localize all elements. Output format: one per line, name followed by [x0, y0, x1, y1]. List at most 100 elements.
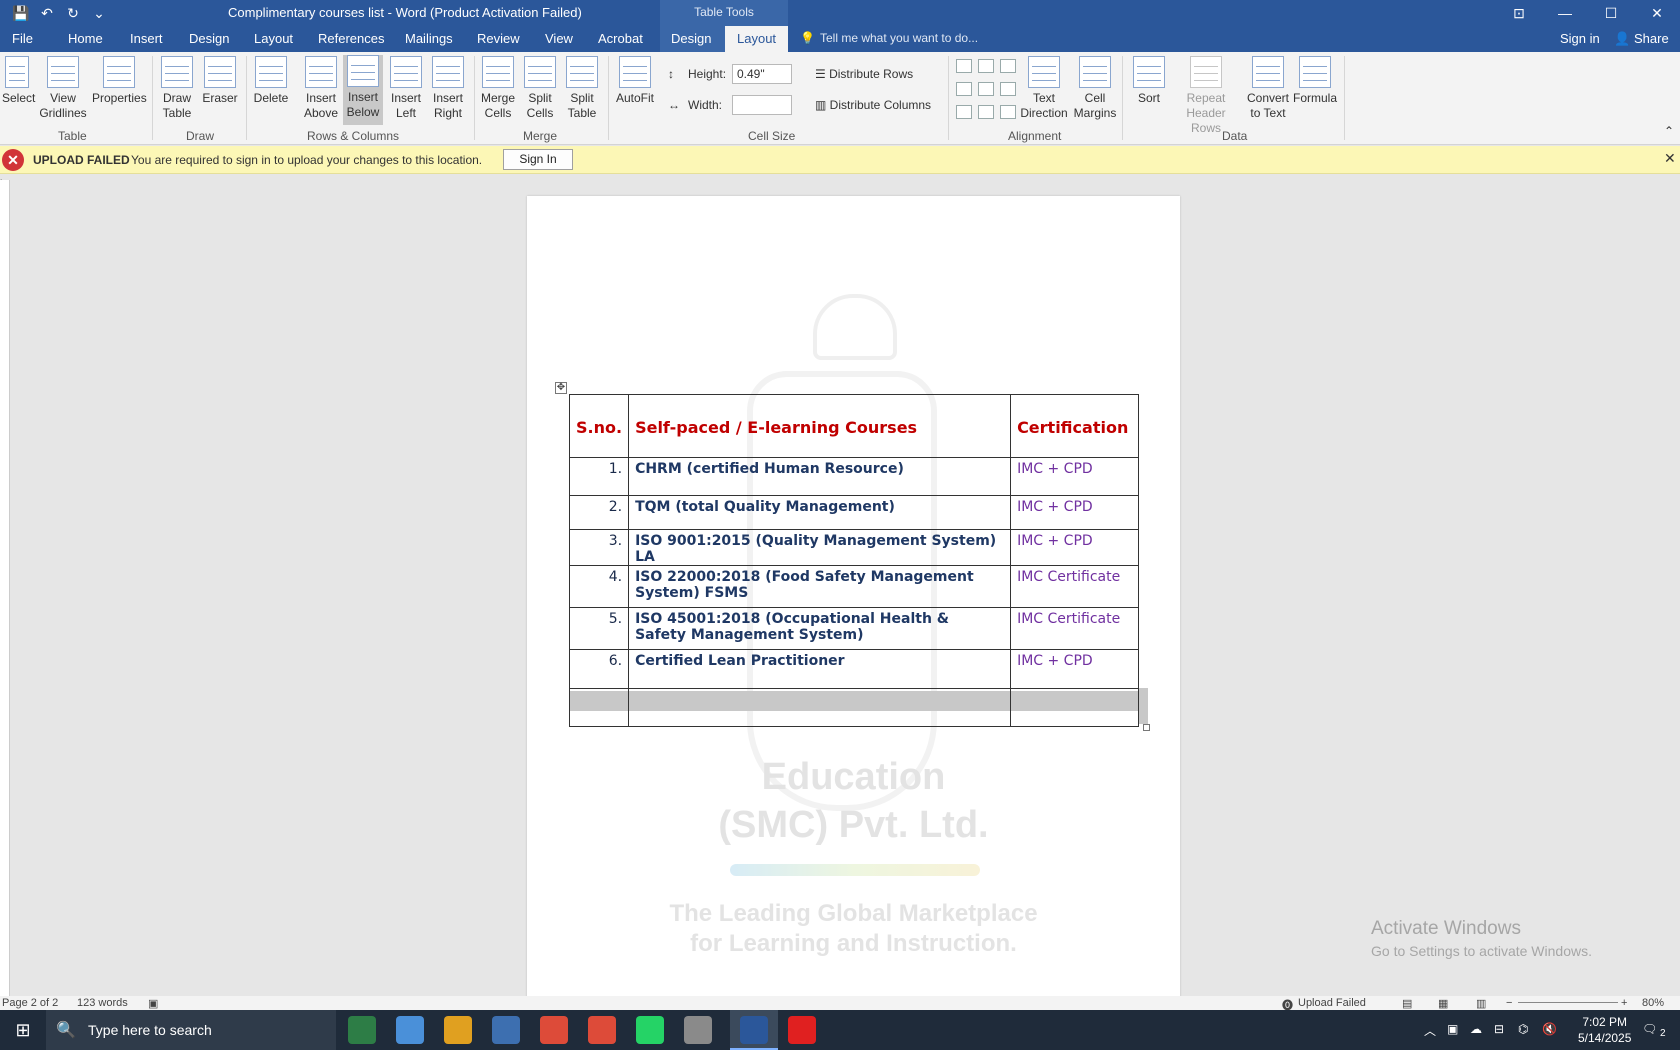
redo-icon[interactable]: ↻ [62, 2, 84, 24]
cell-margins-button[interactable]: Cell Margins [1072, 56, 1118, 121]
autofit-button[interactable]: AutoFit [612, 56, 658, 106]
collapse-ribbon-icon[interactable]: ⌃ [1664, 124, 1674, 138]
share-button[interactable]: Share [1634, 31, 1669, 46]
wifi-icon[interactable]: ⌬ [1518, 1022, 1528, 1036]
customize-qat-icon[interactable]: ⌄ [88, 2, 110, 24]
insert-left-button[interactable]: Insert Left [386, 56, 426, 121]
header-certification[interactable]: Certification [1010, 394, 1139, 458]
app-icon[interactable] [492, 1016, 520, 1044]
courses-table[interactable]: S.no. Self-paced / E-learning Courses Ce… [568, 394, 1139, 727]
formula-button[interactable]: Formula [1292, 56, 1338, 106]
page-count[interactable]: Page 2 of 2 [2, 997, 58, 1009]
cell-certification[interactable]: IMC Certificate [1010, 607, 1139, 650]
tab-view[interactable]: View [545, 31, 573, 46]
align-bottom-left-icon[interactable] [956, 105, 972, 119]
cell-empty[interactable] [1010, 688, 1139, 727]
zoom-level[interactable]: 80% [1642, 997, 1664, 1009]
file-explorer-icon[interactable] [444, 1016, 472, 1044]
vertical-ruler[interactable] [0, 180, 10, 996]
word-count[interactable]: 123 words [77, 997, 128, 1009]
select-button[interactable]: Select [2, 56, 35, 106]
cell-sno[interactable]: 1. [568, 457, 630, 496]
document-canvas[interactable]: Education (SMC) Pvt. Ltd. The Leading Gl… [11, 174, 1680, 996]
align-top-left-icon[interactable] [956, 59, 972, 73]
cell-certification[interactable]: IMC Certificate [1010, 565, 1139, 608]
cell-sno[interactable]: 5. [568, 607, 630, 650]
undo-icon[interactable]: ↶ [36, 2, 58, 24]
system-clock[interactable]: 7:02 PM 5/14/2025 [1578, 1014, 1631, 1046]
tab-review[interactable]: Review [477, 31, 520, 46]
distribute-rows-button[interactable]: ☰ Distribute Rows [815, 67, 913, 81]
tab-mailings[interactable]: Mailings [405, 31, 453, 46]
cell-empty[interactable] [568, 688, 630, 727]
align-center-left-icon[interactable] [956, 82, 972, 96]
tab-file[interactable]: File [12, 31, 33, 46]
tab-layout[interactable]: Layout [254, 31, 293, 46]
chrome-profile-icon[interactable] [588, 1016, 616, 1044]
cell-course[interactable]: ISO 9001:2015 (Quality Management System… [628, 529, 1012, 566]
width-field[interactable] [732, 95, 792, 115]
minimize-icon[interactable]: — [1542, 0, 1588, 26]
upload-status[interactable]: Upload Failed [1298, 997, 1366, 1009]
align-bottom-right-icon[interactable] [1000, 105, 1016, 119]
delete-button[interactable]: Delete [250, 56, 292, 106]
tell-me-search[interactable]: Tell me what you want to do... [820, 31, 978, 45]
insert-above-button[interactable]: Insert Above [300, 56, 342, 121]
cell-sno[interactable]: 4. [568, 565, 630, 608]
draw-table-button[interactable]: Draw Table [158, 56, 196, 121]
ribbon-display-options-icon[interactable]: ⊡ [1496, 0, 1542, 26]
height-field[interactable]: 0.49" [732, 64, 792, 84]
notifications-icon[interactable]: 🗨 [1642, 1022, 1657, 1036]
tab-home[interactable]: Home [68, 31, 103, 46]
windows-start-icon[interactable]: ⊞ [0, 1010, 46, 1050]
onedrive-icon[interactable]: ☁ [1470, 1022, 1482, 1036]
cell-certification[interactable]: IMC + CPD [1010, 457, 1139, 496]
distribute-columns-button[interactable]: ▥ Distribute Columns [815, 98, 931, 112]
align-top-right-icon[interactable] [1000, 59, 1016, 73]
cell-certification[interactable]: IMC + CPD [1010, 495, 1139, 530]
taskbar-search[interactable]: 🔍 Type here to search [46, 1010, 336, 1050]
align-center-right-icon[interactable] [1000, 82, 1016, 96]
chrome-icon[interactable] [540, 1016, 568, 1044]
properties-button[interactable]: Properties [92, 56, 147, 106]
align-top-center-icon[interactable] [978, 59, 994, 73]
insert-right-button[interactable]: Insert Right [428, 56, 468, 121]
eraser-button[interactable]: Eraser [200, 56, 240, 106]
header-sno[interactable]: S.no. [568, 394, 630, 458]
merge-cells-button[interactable]: Merge Cells [478, 56, 518, 121]
table-resize-handle[interactable] [1143, 724, 1150, 731]
clock-app-icon[interactable] [684, 1016, 712, 1044]
cell-course[interactable]: TQM (total Quality Management) [628, 495, 1012, 530]
cell-certification[interactable]: IMC + CPD [1010, 649, 1139, 689]
convert-to-text-button[interactable]: Convert to Text [1244, 56, 1292, 121]
copilot-icon[interactable] [396, 1016, 424, 1044]
cell-sno[interactable]: 3. [568, 529, 630, 566]
cell-course[interactable]: ISO 22000:2018 (Food Safety Management S… [628, 565, 1012, 608]
table-move-handle-icon[interactable]: ✥ [555, 382, 567, 394]
tab-insert[interactable]: Insert [130, 31, 163, 46]
tab-acrobat[interactable]: Acrobat [598, 31, 643, 46]
show-hidden-icons-icon[interactable]: ︿ [1424, 1022, 1436, 1039]
acrobat-icon[interactable] [788, 1016, 816, 1044]
cell-course[interactable]: CHRM (certified Human Resource) [628, 457, 1012, 496]
close-icon[interactable]: ✕ [1634, 0, 1680, 26]
save-icon[interactable]: 💾 [10, 2, 32, 24]
sign-in-link[interactable]: Sign in [1560, 31, 1600, 46]
network-icon[interactable]: ⊟ [1494, 1022, 1504, 1036]
sign-in-button[interactable]: Sign In [503, 149, 573, 170]
proofing-icon[interactable]: ▣ [148, 997, 158, 1010]
align-bottom-center-icon[interactable] [978, 105, 994, 119]
meet-icon[interactable]: ▣ [1447, 1022, 1458, 1036]
sort-button[interactable]: Sort [1130, 56, 1168, 106]
zoom-in-icon[interactable]: + [1621, 997, 1627, 1009]
web-layout-icon[interactable]: ▥ [1476, 997, 1486, 1010]
close-message-icon[interactable]: ✕ [1664, 150, 1676, 167]
split-cells-button[interactable]: Split Cells [520, 56, 560, 121]
repeat-header-rows-button[interactable]: Repeat Header Rows [1170, 56, 1242, 136]
task-view-icon[interactable] [348, 1016, 376, 1044]
zoom-slider[interactable] [1518, 1002, 1618, 1003]
tab-references[interactable]: References [318, 31, 384, 46]
word-taskbar-button[interactable] [730, 1010, 778, 1050]
cell-course[interactable]: Certified Lean Practitioner [628, 649, 1012, 689]
text-direction-button[interactable]: Text Direction [1018, 56, 1070, 121]
